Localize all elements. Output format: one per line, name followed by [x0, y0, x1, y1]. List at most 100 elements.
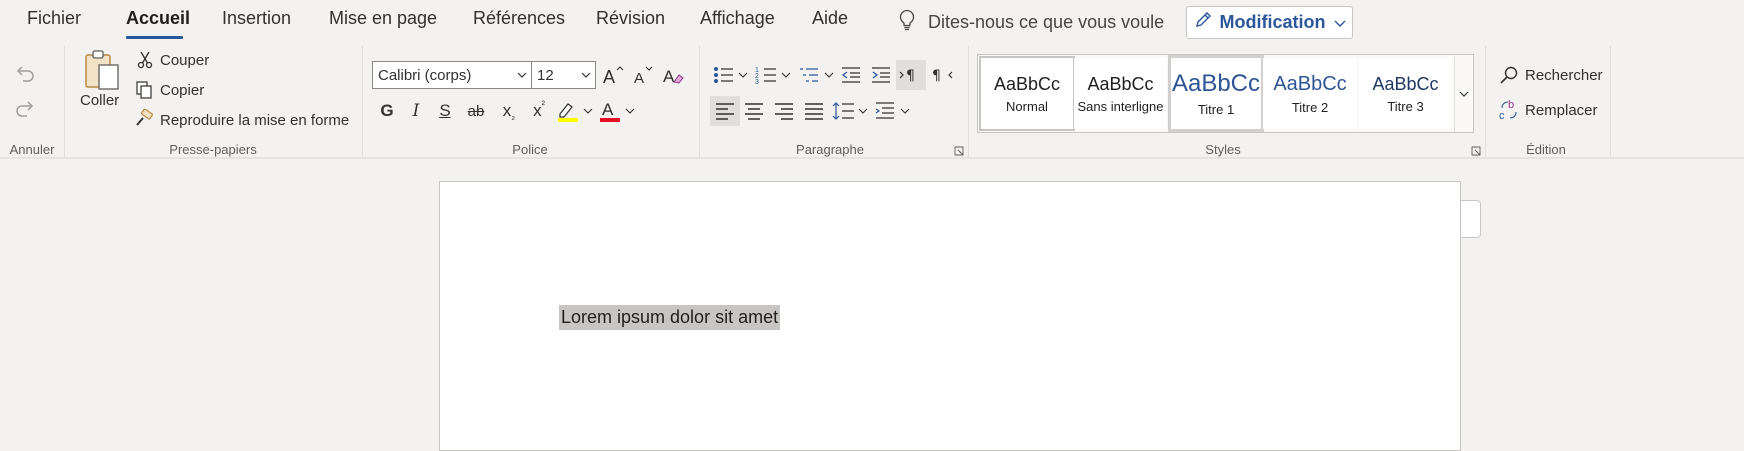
replace-button[interactable]: Remplacer	[1525, 102, 1598, 119]
italic-button[interactable]: I	[403, 98, 429, 124]
styles-group-label: Styles	[1205, 142, 1241, 157]
svg-text:¶: ¶	[906, 68, 915, 84]
bold-button[interactable]: G	[374, 98, 400, 124]
style-sample: AaBbCc	[1087, 73, 1154, 94]
paragraph-spacing-icon[interactable]	[874, 98, 912, 124]
style-sample: AaBbCc	[1171, 70, 1261, 97]
clear-formatting-icon[interactable]: A	[660, 62, 686, 88]
cut-button[interactable]: Couper	[160, 52, 209, 69]
style-normal[interactable]: AaBbCc Normal	[979, 56, 1075, 131]
align-right-icon[interactable]	[771, 98, 797, 124]
line-spacing-icon[interactable]	[832, 98, 870, 124]
paste-button[interactable]: Coller	[80, 92, 119, 109]
menu-mise-en-page[interactable]: Mise en page	[329, 8, 437, 29]
svg-text:A: A	[602, 100, 614, 119]
page-side-tab[interactable]	[1461, 200, 1481, 238]
style-sample: AaBbCc	[993, 73, 1061, 94]
style-titre-3[interactable]: AaBbCc Titre 3	[1359, 58, 1452, 129]
menu-bar: Fichier Accueil Insertion Mise en page R…	[0, 0, 1744, 46]
font-size-value: 12	[537, 66, 554, 84]
tell-me-text: Dites-nous ce que vous voule	[928, 11, 1165, 32]
font-name-dropdown[interactable]: Calibri (corps)	[372, 61, 532, 89]
superscript-marker: ²	[541, 99, 545, 111]
svg-text:3: 3	[755, 79, 759, 86]
group-separator	[1485, 46, 1486, 158]
font-color-button[interactable]: A	[598, 98, 638, 124]
strikethrough-button[interactable]: ab	[463, 98, 489, 124]
superscript-button[interactable]: x²	[526, 98, 552, 124]
style-titre-2[interactable]: AaBbCc Titre 2	[1263, 58, 1357, 129]
superscript-label: x	[533, 101, 542, 120]
style-sample: AaBbCc	[1372, 73, 1439, 94]
increase-indent-icon[interactable]	[868, 62, 894, 88]
chevron-down-icon	[581, 68, 591, 86]
underline-button[interactable]: S	[432, 98, 458, 124]
clipboard-paste-icon[interactable]	[80, 48, 124, 92]
svg-text:b: b	[1508, 99, 1514, 111]
subscript-button[interactable]: x₂	[496, 98, 522, 124]
menu-insertion[interactable]: Insertion	[222, 8, 291, 29]
svg-text:A: A	[634, 70, 644, 86]
editing-mode-label: Modification	[1219, 12, 1326, 32]
tell-me-search[interactable]: Dites-nous ce que vous voule	[898, 8, 1164, 36]
redo-icon[interactable]	[12, 95, 38, 121]
style-name: Normal	[1006, 98, 1048, 114]
style-name: Titre 1	[1197, 102, 1235, 117]
align-left-icon[interactable]	[710, 96, 740, 126]
style-name: Sans interligne	[1077, 98, 1164, 114]
editing-mode-button[interactable]: Modification	[1186, 6, 1353, 39]
style-titre-1[interactable]: AaBbCc Titre 1	[1168, 55, 1264, 132]
font-group-label: Police	[512, 142, 548, 157]
decrease-indent-icon[interactable]	[838, 62, 864, 88]
styles-more-button[interactable]	[1454, 56, 1473, 131]
chevron-down-icon	[1334, 12, 1346, 33]
replace-icon: cb	[1498, 98, 1520, 122]
style-name: Titre 3	[1387, 98, 1424, 114]
shrink-font-icon[interactable]: A	[630, 62, 656, 88]
dialog-launcher-icon[interactable]	[953, 145, 965, 157]
clipboard-group-label: Presse-papiers	[169, 142, 257, 157]
format-painter-icon	[134, 108, 154, 128]
svg-text:c: c	[1499, 110, 1505, 122]
group-separator	[699, 46, 700, 158]
paragraph-group-label: Paragraphe	[796, 142, 864, 157]
bullets-icon[interactable]	[712, 62, 750, 88]
search-icon	[1498, 64, 1520, 86]
group-separator	[362, 46, 363, 158]
justify-icon[interactable]	[801, 98, 827, 124]
svg-text:A: A	[603, 67, 615, 86]
highlight-color-button[interactable]	[556, 98, 596, 124]
menu-aide[interactable]: Aide	[812, 8, 848, 29]
copy-button[interactable]: Copier	[160, 82, 204, 99]
menu-revision[interactable]: Révision	[596, 8, 665, 29]
menu-accueil[interactable]: Accueil	[126, 8, 190, 29]
format-painter-button[interactable]: Reproduire la mise en forme	[160, 112, 349, 129]
font-name-value: Calibri (corps)	[378, 66, 472, 84]
chevron-down-icon	[517, 68, 527, 86]
grow-font-icon[interactable]: A	[600, 62, 626, 88]
menu-affichage[interactable]: Affichage	[700, 8, 775, 29]
numbering-icon[interactable]: 123	[755, 62, 793, 88]
chevron-down-icon	[1459, 85, 1469, 103]
align-center-icon[interactable]	[741, 98, 767, 124]
menu-fichier[interactable]: Fichier	[27, 8, 81, 29]
svg-text:A: A	[663, 67, 675, 86]
ltr-paragraph-icon[interactable]: ¶	[896, 60, 926, 90]
subscript-label: x	[502, 101, 512, 120]
menu-references[interactable]: Références	[473, 8, 565, 29]
font-size-dropdown[interactable]: 12	[531, 61, 596, 89]
dialog-launcher-icon[interactable]	[1470, 145, 1482, 157]
pencil-icon	[1194, 11, 1212, 34]
rtl-paragraph-icon[interactable]: ¶	[928, 62, 956, 88]
undo-icon[interactable]	[12, 60, 38, 86]
group-separator	[64, 46, 65, 158]
document-selected-text[interactable]: Lorem ipsum dolor sit amet	[559, 305, 781, 330]
lightbulb-icon	[898, 9, 916, 36]
undo-group-label: Annuler	[9, 142, 55, 157]
group-separator	[1610, 46, 1611, 158]
scissors-icon	[136, 50, 154, 70]
style-sans-interligne[interactable]: AaBbCc Sans interligne	[1074, 58, 1167, 129]
multilevel-list-icon[interactable]	[798, 62, 836, 88]
find-button[interactable]: Rechercher	[1525, 67, 1603, 84]
group-separator	[968, 46, 969, 158]
